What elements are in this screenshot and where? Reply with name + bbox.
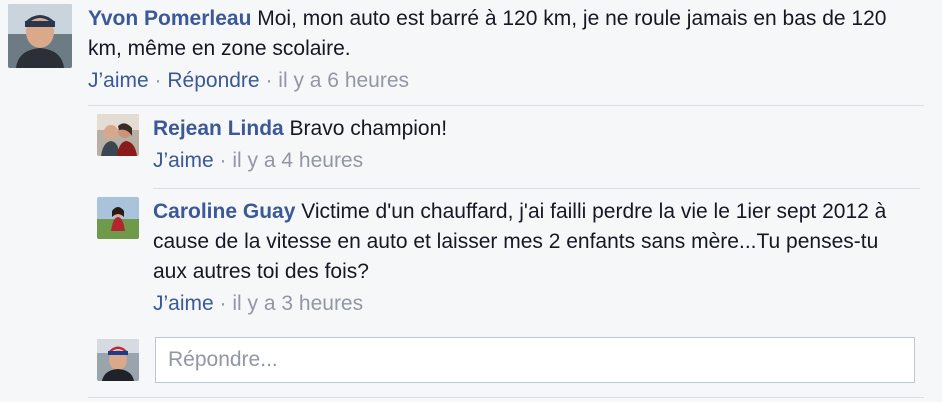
current-user-avatar — [97, 339, 139, 381]
separator: · — [154, 69, 162, 92]
avatar[interactable] — [97, 114, 139, 156]
reply-link[interactable]: Répondre — [167, 69, 259, 92]
divider — [153, 188, 920, 189]
avatar-yvon-icon — [8, 4, 72, 68]
comment-thread: Yvon Pomerleau Moi, mon auto est barré à… — [0, 0, 942, 402]
timestamp[interactable]: il y a 4 heures — [232, 149, 363, 172]
like-link[interactable]: J’aime — [153, 149, 214, 172]
timestamp[interactable]: il y a 6 heures — [278, 69, 409, 92]
avatar-caroline-icon — [97, 197, 139, 239]
divider — [88, 105, 924, 106]
reply-author[interactable]: Caroline Guay — [153, 200, 295, 223]
separator: · — [219, 149, 227, 172]
reply-input[interactable] — [155, 337, 915, 383]
reply-text: Bravo champion! — [289, 117, 448, 140]
comment-meta: J’aime · Répondre · il y a 6 heures — [88, 66, 888, 96]
avatar-current-user-icon — [97, 339, 139, 381]
reply-meta: J’aime · il y a 4 heures — [153, 146, 913, 176]
comment-yvon: Yvon Pomerleau Moi, mon auto est barré à… — [8, 4, 928, 96]
divider — [88, 397, 924, 398]
separator: · — [219, 292, 227, 315]
reply-rejean: Rejean Linda Bravo champion! J’aime · il… — [97, 114, 917, 176]
timestamp[interactable]: il y a 3 heures — [232, 292, 363, 315]
like-link[interactable]: J’aime — [88, 69, 149, 92]
reply-caroline: Caroline Guay Victime d'un chauffard, j'… — [97, 197, 917, 319]
avatar[interactable] — [97, 197, 139, 239]
avatar-rejean-icon — [97, 114, 139, 156]
reply-meta: J’aime · il y a 3 heures — [153, 289, 913, 319]
comment-author[interactable]: Yvon Pomerleau — [88, 7, 251, 30]
like-link[interactable]: J’aime — [153, 292, 214, 315]
separator: · — [265, 69, 273, 92]
reply-author[interactable]: Rejean Linda — [153, 117, 284, 140]
avatar[interactable] — [8, 4, 72, 68]
